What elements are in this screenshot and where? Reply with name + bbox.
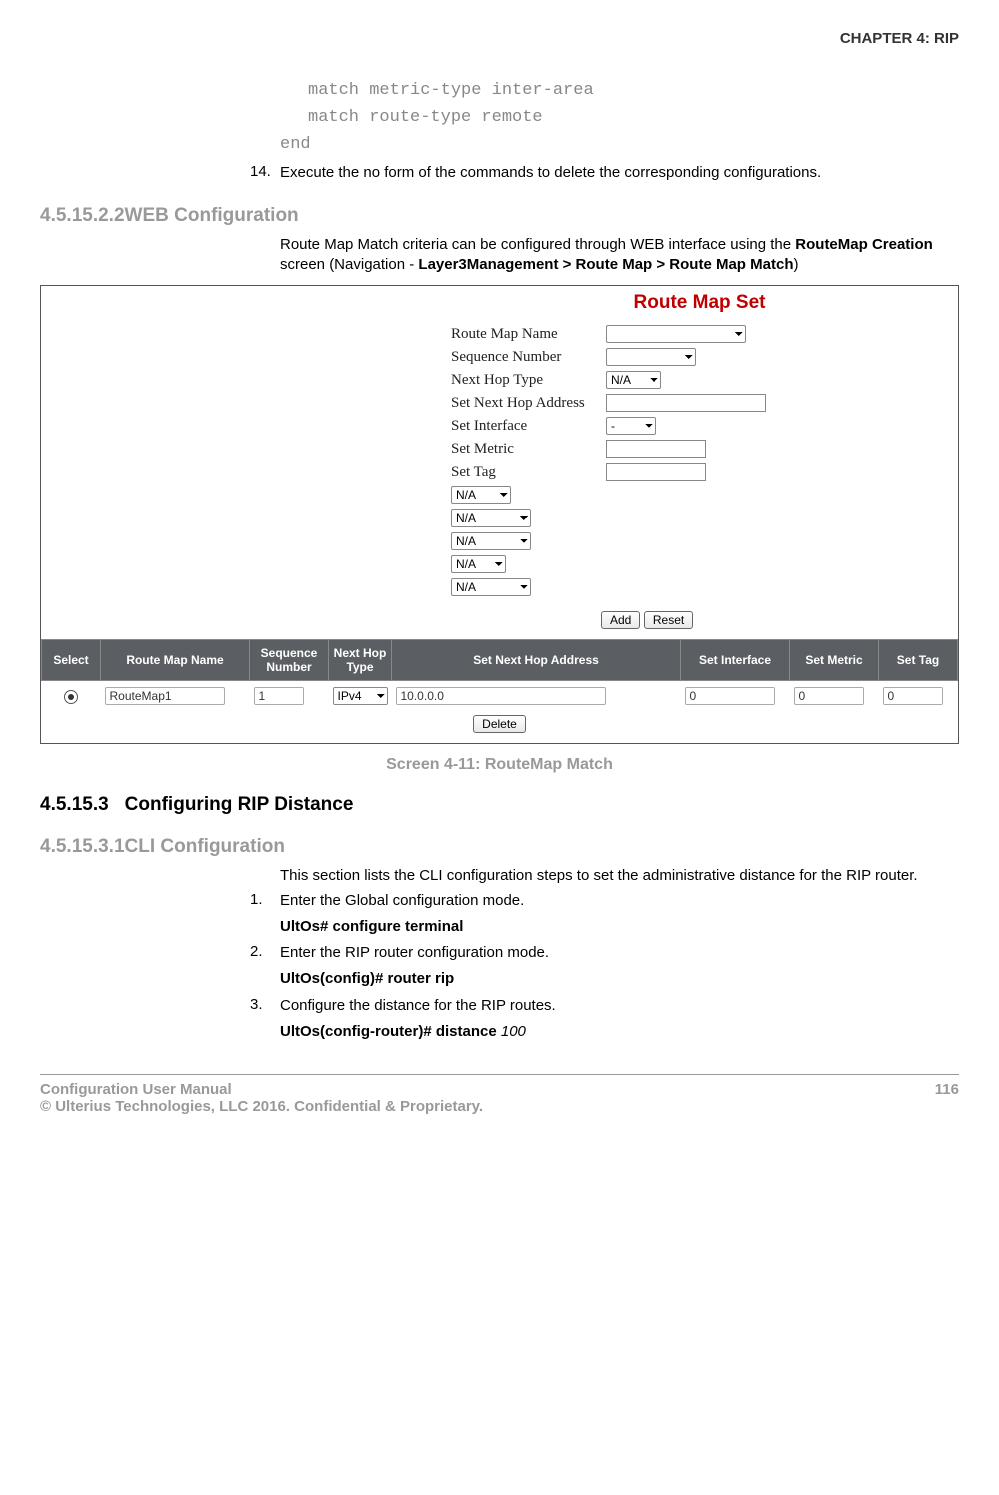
cell-next-hop-type[interactable]: IPv4 [333,687,388,705]
col-set-tag: Set Tag [879,640,958,681]
cell-set-tag[interactable]: 0 [883,687,943,705]
input-set-metric[interactable] [606,440,706,458]
section-heading-web: 4.5.15.2.2WEB Configuration [40,205,959,227]
label-set-tag: Set Tag [451,464,606,481]
select-extra-3[interactable]: N/A [451,532,531,550]
delete-button[interactable]: Delete [473,715,526,733]
step-number: 14. [250,163,280,185]
select-extra-5[interactable]: N/A [451,578,531,596]
label-sequence-number: Sequence Number [451,349,606,366]
select-extra-1[interactable]: N/A [451,486,511,504]
label-route-map-name: Route Map Name [451,326,606,343]
select-set-interface[interactable]: - [606,417,656,435]
col-set-next-hop-address: Set Next Hop Address [392,640,681,681]
step-text: Execute the no form of the commands to d… [280,163,959,183]
code-line: match route-type remote [308,104,959,131]
page-footer: Configuration User Manual © Ulterius Tec… [40,1074,959,1115]
add-button[interactable]: Add [601,611,640,629]
label-set-next-hop-address: Set Next Hop Address [451,395,606,412]
web-intro-paragraph: Route Map Match criteria can be configur… [280,235,959,276]
step-text: Enter the Global configuration mode. [280,891,959,911]
table-row: RouteMap1 1 IPv4 10.0.0.0 0 0 0 [42,681,958,712]
label-set-interface: Set Interface [451,418,606,435]
col-route-map-name: Route Map Name [101,640,250,681]
input-set-next-hop-address[interactable] [606,394,766,412]
step-command: UltOs(config)# router rip [280,969,959,989]
input-set-tag[interactable] [606,463,706,481]
section-heading-cli: 4.5.15.3.1CLI Configuration [40,836,959,858]
step-number: 2. [250,943,280,992]
routemap-form: Route Map Name Sequence Number Next Hop … [451,318,958,607]
col-next-hop-type: Next Hop Type [329,640,392,681]
step-text: Configure the distance for the RIP route… [280,996,959,1016]
section-title: WEB Configuration [125,205,299,226]
select-route-map-name[interactable] [606,325,746,343]
figure-caption: Screen 4-11: RouteMap Match [40,756,959,774]
section-number: 4.5.15.2.2 [40,205,125,227]
page-number: 116 [935,1081,959,1115]
section-title: Configuring RIP Distance [125,794,354,815]
code-line: end [280,131,959,158]
chapter-header: CHAPTER 4: RIP [40,30,959,47]
section-number: 4.5.15.3.1 [40,836,125,858]
routemap-set-screenshot: Route Map Set Route Map Name Sequence Nu… [40,285,959,744]
step-number: 1. [250,891,280,940]
select-sequence-number[interactable] [606,348,696,366]
row-select-radio[interactable] [64,690,78,704]
section-title: CLI Configuration [125,836,285,857]
footer-title: Configuration User Manual [40,1081,483,1098]
section-heading-distance: 4.5.15.3 Configuring RIP Distance [40,794,959,816]
col-set-metric: Set Metric [790,640,879,681]
col-select: Select [42,640,101,681]
cell-set-next-hop-address[interactable]: 10.0.0.0 [396,687,606,705]
cell-route-map-name[interactable]: RouteMap1 [105,687,225,705]
step-number: 3. [250,996,280,1045]
cli-intro: This section lists the CLI configuration… [280,866,959,886]
select-extra-2[interactable]: N/A [451,509,531,527]
select-extra-4[interactable]: N/A [451,555,506,573]
cell-set-metric[interactable]: 0 [794,687,864,705]
col-sequence-number: Sequence Number [250,640,329,681]
step-text: Enter the RIP router configuration mode. [280,943,959,963]
routemap-set-title: Route Map Set [441,286,958,318]
step-command: UltOs(config-router)# distance 100 [280,1022,959,1042]
routemap-grid: Select Route Map Name Sequence Number Ne… [41,639,958,711]
footer-copyright: © Ulterius Technologies, LLC 2016. Confi… [40,1098,483,1115]
label-next-hop-type: Next Hop Type [451,372,606,389]
label-set-metric: Set Metric [451,441,606,458]
section-number: 4.5.15.3 [40,794,109,816]
cell-set-interface[interactable]: 0 [685,687,775,705]
reset-button[interactable]: Reset [644,611,693,629]
col-set-interface: Set Interface [681,640,790,681]
code-line: match metric-type inter-area [308,77,959,104]
cell-sequence-number[interactable]: 1 [254,687,304,705]
step-command: UltOs# configure terminal [280,917,959,937]
select-next-hop-type[interactable]: N/A [606,371,661,389]
